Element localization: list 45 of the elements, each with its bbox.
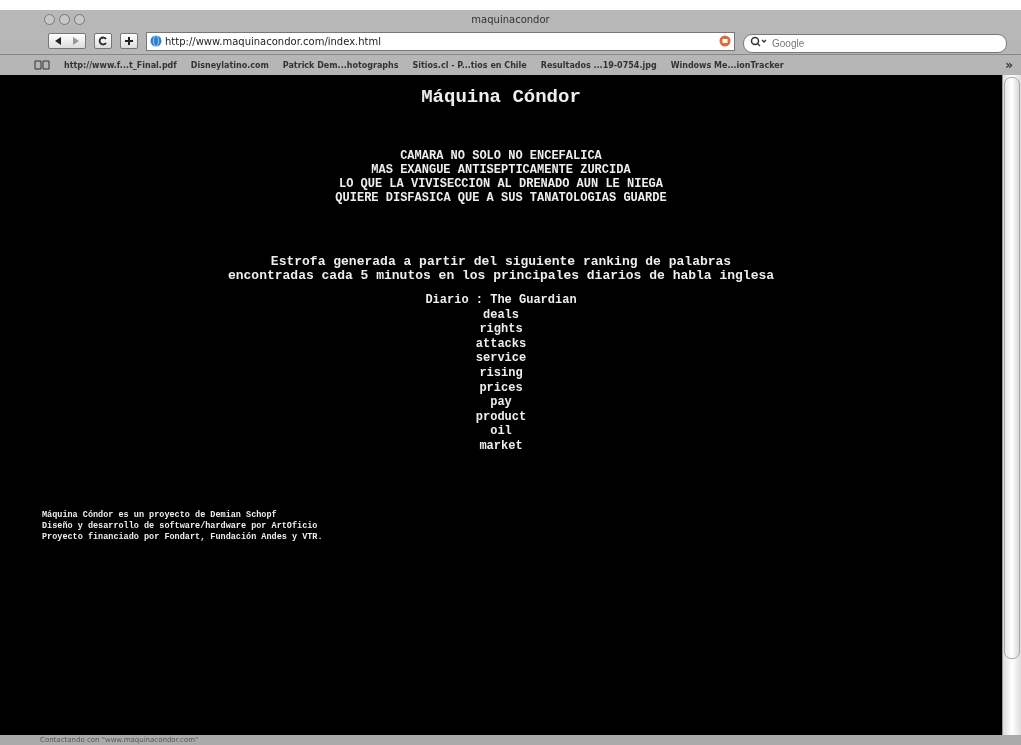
globe-icon — [150, 35, 162, 47]
ranking-word: service — [475, 351, 527, 366]
ranking-word: rising — [479, 365, 523, 381]
verse-line: MAS EXANGUE ANTISEPTICAMENTE ZURCIDA — [370, 163, 632, 177]
zoom-button[interactable] — [74, 13, 85, 25]
newspaper-label: Diario : The Guardian — [425, 293, 577, 308]
minimize-button[interactable] — [59, 13, 70, 25]
credits-text: Diseño y desarrollo de software/hardware por ArtOficio — [42, 520, 319, 532]
bookmark-link[interactable]: Windows Me...ionTracker — [670, 60, 784, 70]
credits-text: Proyecto financiado por Fondart, Fundación Andes y VTR. — [42, 531, 323, 543]
page-heading: Máquina Cóndor — [421, 86, 581, 108]
verse-line: CAMARA NO SOLO NO ENCEFALICA — [399, 149, 603, 163]
more-bookmarks-button[interactable]: » — [1005, 58, 1013, 72]
back-forward-button[interactable] — [48, 33, 86, 49]
explanation-text: Estrofa generada a partir del siguiente ranking de palabras — [269, 255, 733, 269]
bookmark-link[interactable]: Resultados ...19-0754.jpg — [540, 60, 657, 70]
bookmark-link[interactable]: http://www.f...t_Final.pdf — [64, 60, 177, 70]
ranking-word: market — [479, 438, 523, 454]
ranking-word: attacks — [475, 336, 527, 352]
ranking-word: pay — [490, 395, 512, 410]
bookmark-link[interactable]: Disneylatino.com — [190, 60, 269, 70]
plus-icon — [124, 36, 134, 46]
ranking-word: deals — [483, 307, 519, 323]
ranking-word: rights — [479, 322, 523, 337]
credits-text: Máquina Cóndor es un proyecto de Demian Schopf — [42, 509, 278, 521]
bookmark-link[interactable]: Patrick Dem...hotographs — [282, 60, 399, 70]
stop-icon[interactable] — [719, 35, 731, 47]
ranking-word: oil — [490, 424, 512, 439]
search-field[interactable]: Google — [743, 33, 1007, 53]
scrollbar[interactable] — [1002, 75, 1021, 735]
verse-line: QUIERE DISFASICA QUE A SUS TANATOLOGIAS GUARDE — [335, 191, 667, 205]
add-bookmark-button[interactable] — [120, 33, 138, 49]
verse-line: LO QUE LA VIVISECCION AL DRENADO AUN LE NIEGA — [337, 177, 664, 191]
close-button[interactable] — [44, 13, 55, 25]
reload-icon — [98, 36, 108, 46]
ranking-word: product — [475, 409, 527, 425]
book-icon[interactable] — [34, 60, 50, 70]
reload-button[interactable] — [94, 33, 112, 49]
explanation-text: encontradas cada 5 minutos en los principales diarios de habla inglesa — [227, 269, 775, 283]
ranking-word: prices — [479, 380, 523, 396]
scroll-thumb[interactable] — [1004, 77, 1020, 659]
window-title: maquinacondor — [471, 13, 550, 25]
bookmark-link[interactable]: Sitios.cl - P...tios en Chile — [412, 60, 527, 70]
address-field[interactable]: http://www.maquinacondor.com/index.html — [146, 31, 735, 51]
search-icon — [750, 35, 768, 47]
